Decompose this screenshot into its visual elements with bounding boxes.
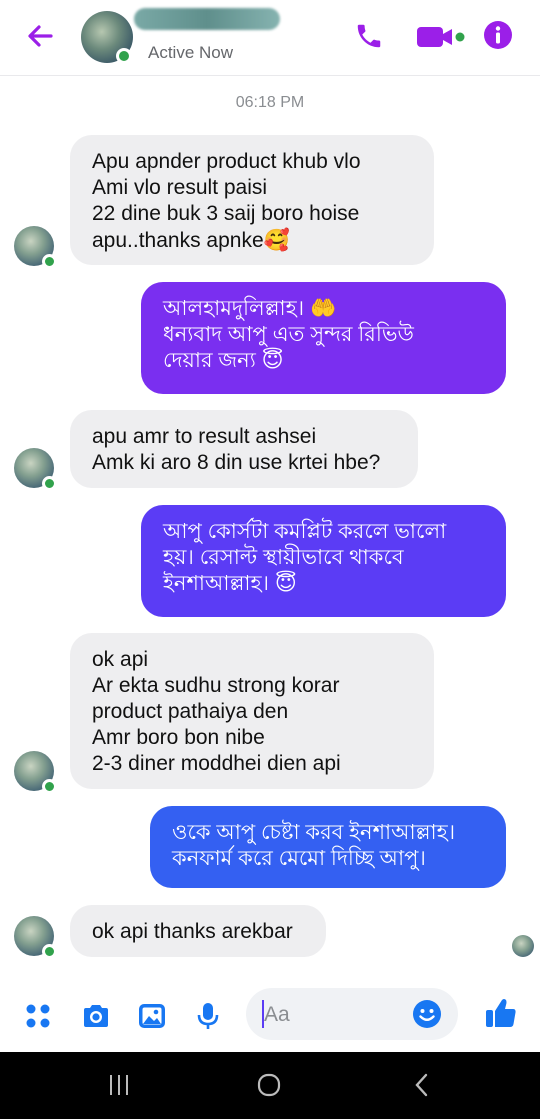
message-placeholder: Aa: [264, 1003, 290, 1026]
contact-name-redacted[interactable]: [134, 8, 280, 30]
incoming-message[interactable]: Apu apnder product khub vlo Ami vlo resu…: [70, 135, 434, 265]
microphone-icon[interactable]: [192, 1000, 224, 1032]
chat-header: Active Now: [0, 0, 540, 76]
active-status: Active Now: [148, 43, 234, 62]
message-timestamp: 06:18 PM: [235, 94, 305, 111]
video-call-icon[interactable]: [415, 24, 469, 50]
incoming-message[interactable]: ok api thanks arekbar: [70, 905, 326, 957]
recent-apps-icon[interactable]: [106, 1072, 132, 1098]
incoming-message[interactable]: ok api Ar ekta sudhu strong korar produc…: [70, 633, 434, 789]
seen-avatar-indicator: [512, 935, 534, 957]
outgoing-message[interactable]: ওকে আপু চেষ্টা করব ইনশাআল্লাহ। কনফার্ম ক…: [150, 806, 506, 888]
smiling-hearts-emoji: 🥰: [263, 228, 290, 252]
gallery-icon[interactable]: [136, 1000, 168, 1032]
phone-call-icon[interactable]: [354, 21, 384, 51]
apps-icon[interactable]: [22, 1000, 54, 1032]
home-icon[interactable]: [256, 1072, 282, 1098]
like-icon[interactable]: [484, 996, 518, 1030]
contact-avatar-small[interactable]: [14, 751, 57, 794]
outgoing-message[interactable]: আলহামদুলিল্লাহ। 🤲 ধন্যবাদ আপু এত সুন্দর …: [141, 282, 506, 394]
online-indicator: [42, 944, 57, 959]
info-icon[interactable]: [483, 20, 513, 50]
message-input[interactable]: Aa: [246, 988, 458, 1040]
nav-back-icon[interactable]: [410, 1072, 434, 1098]
camera-icon[interactable]: [80, 1000, 112, 1032]
back-arrow-icon[interactable]: [24, 20, 56, 52]
online-indicator: [42, 254, 57, 269]
system-navigation-bar: [0, 1052, 540, 1119]
online-indicator: [116, 48, 132, 64]
contact-avatar-small[interactable]: [14, 226, 57, 269]
online-indicator: [42, 779, 57, 794]
online-indicator: [42, 476, 57, 491]
message-composer: Aa: [0, 978, 540, 1052]
emoji-icon[interactable]: [412, 999, 442, 1029]
incoming-message[interactable]: apu amr to result ashsei Amk ki aro 8 di…: [70, 410, 418, 488]
contact-avatar-small[interactable]: [14, 916, 57, 959]
contact-avatar-small[interactable]: [14, 448, 57, 491]
outgoing-message[interactable]: আপু কোর্সটা কমপ্লিট করলে ভালো হয়। রেসাল…: [141, 505, 506, 617]
